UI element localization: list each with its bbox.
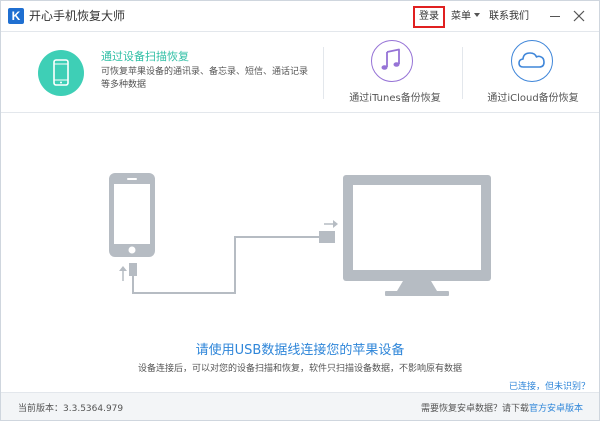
version-info: 当前版本：3.3.5364.979 — [18, 401, 123, 414]
menu-button-label: 菜单 — [451, 11, 471, 22]
android-question: 需要恢复安卓数据？请下载 — [420, 404, 529, 414]
usb-connection-illustration — [109, 173, 491, 296]
mode-icloud-label: 通过iCloud备份恢复 — [487, 93, 579, 104]
mode-device-description: 可恢复苹果设备的通讯录、备忘录、短信、通话记录等多种数据 — [101, 67, 309, 90]
cloud-icon — [518, 52, 545, 68]
app-window: K 开心手机恢复大师 登录 菜单 联系我们 通过设备扫描恢复 可恢复苹果设备的通… — [0, 0, 600, 421]
title-bar[interactable]: K 开心手机恢复大师 登录 菜单 联系我们 — [1, 1, 599, 32]
close-button[interactable] — [572, 9, 586, 23]
mode-itunes-backup[interactable]: 通过iTunes备份恢复 — [331, 33, 459, 113]
version-label: 当前版本： — [18, 404, 64, 414]
mode-device-scan[interactable]: 通过设备扫描恢复 可恢复苹果设备的通讯录、备忘录、短信、通话记录等多种数据 — [1, 33, 321, 113]
connect-device-title: 请使用USB数据线连接您的苹果设备 — [195, 343, 405, 358]
minimize-button[interactable] — [548, 9, 562, 23]
phone-icon — [53, 59, 69, 86]
version-number: 3.3.5364.979 — [63, 404, 124, 414]
close-icon — [573, 10, 585, 22]
android-download-hint: 需要恢复安卓数据？请下载官方安卓版本 — [421, 401, 583, 414]
connect-device-description: 设备连接后，可以对您的设备扫描和恢复，软件只扫描设备数据，不影响原有数据 — [137, 364, 462, 374]
app-logo: K — [8, 8, 24, 24]
chevron-down-icon — [474, 13, 480, 17]
mode-icloud-backup[interactable]: 通过iCloud备份恢复 — [469, 33, 597, 113]
device-scan-icon-circle — [38, 50, 84, 96]
icloud-icon-circle — [511, 40, 553, 82]
music-note-icon — [381, 48, 400, 70]
mode-divider — [323, 47, 324, 99]
menu-button[interactable]: 菜单 — [451, 7, 480, 27]
mode-divider — [462, 47, 463, 99]
mode-device-title: 通过设备扫描恢复 — [101, 50, 189, 63]
recovery-mode-panel: 通过设备扫描恢复 可恢复苹果设备的通讯录、备忘录、短信、通话记录等多种数据 通过… — [1, 33, 599, 113]
contact-us-button[interactable]: 联系我们 — [489, 7, 529, 27]
itunes-icon-circle — [371, 40, 413, 82]
status-bar: 当前版本：3.3.5364.979 需要恢复安卓数据？请下载官方安卓版本 — [1, 392, 599, 420]
mode-itunes-label: 通过iTunes备份恢复 — [349, 93, 441, 104]
android-version-link[interactable]: 官方安卓版本 — [529, 404, 583, 414]
connected-not-recognized-link[interactable]: 已连接，但未识别？ — [509, 379, 590, 392]
iphone-illustration — [109, 173, 155, 257]
app-title: 开心手机恢复大师 — [29, 9, 126, 23]
computer-monitor-illustration — [343, 175, 491, 296]
login-button[interactable]: 登录 — [413, 6, 445, 28]
